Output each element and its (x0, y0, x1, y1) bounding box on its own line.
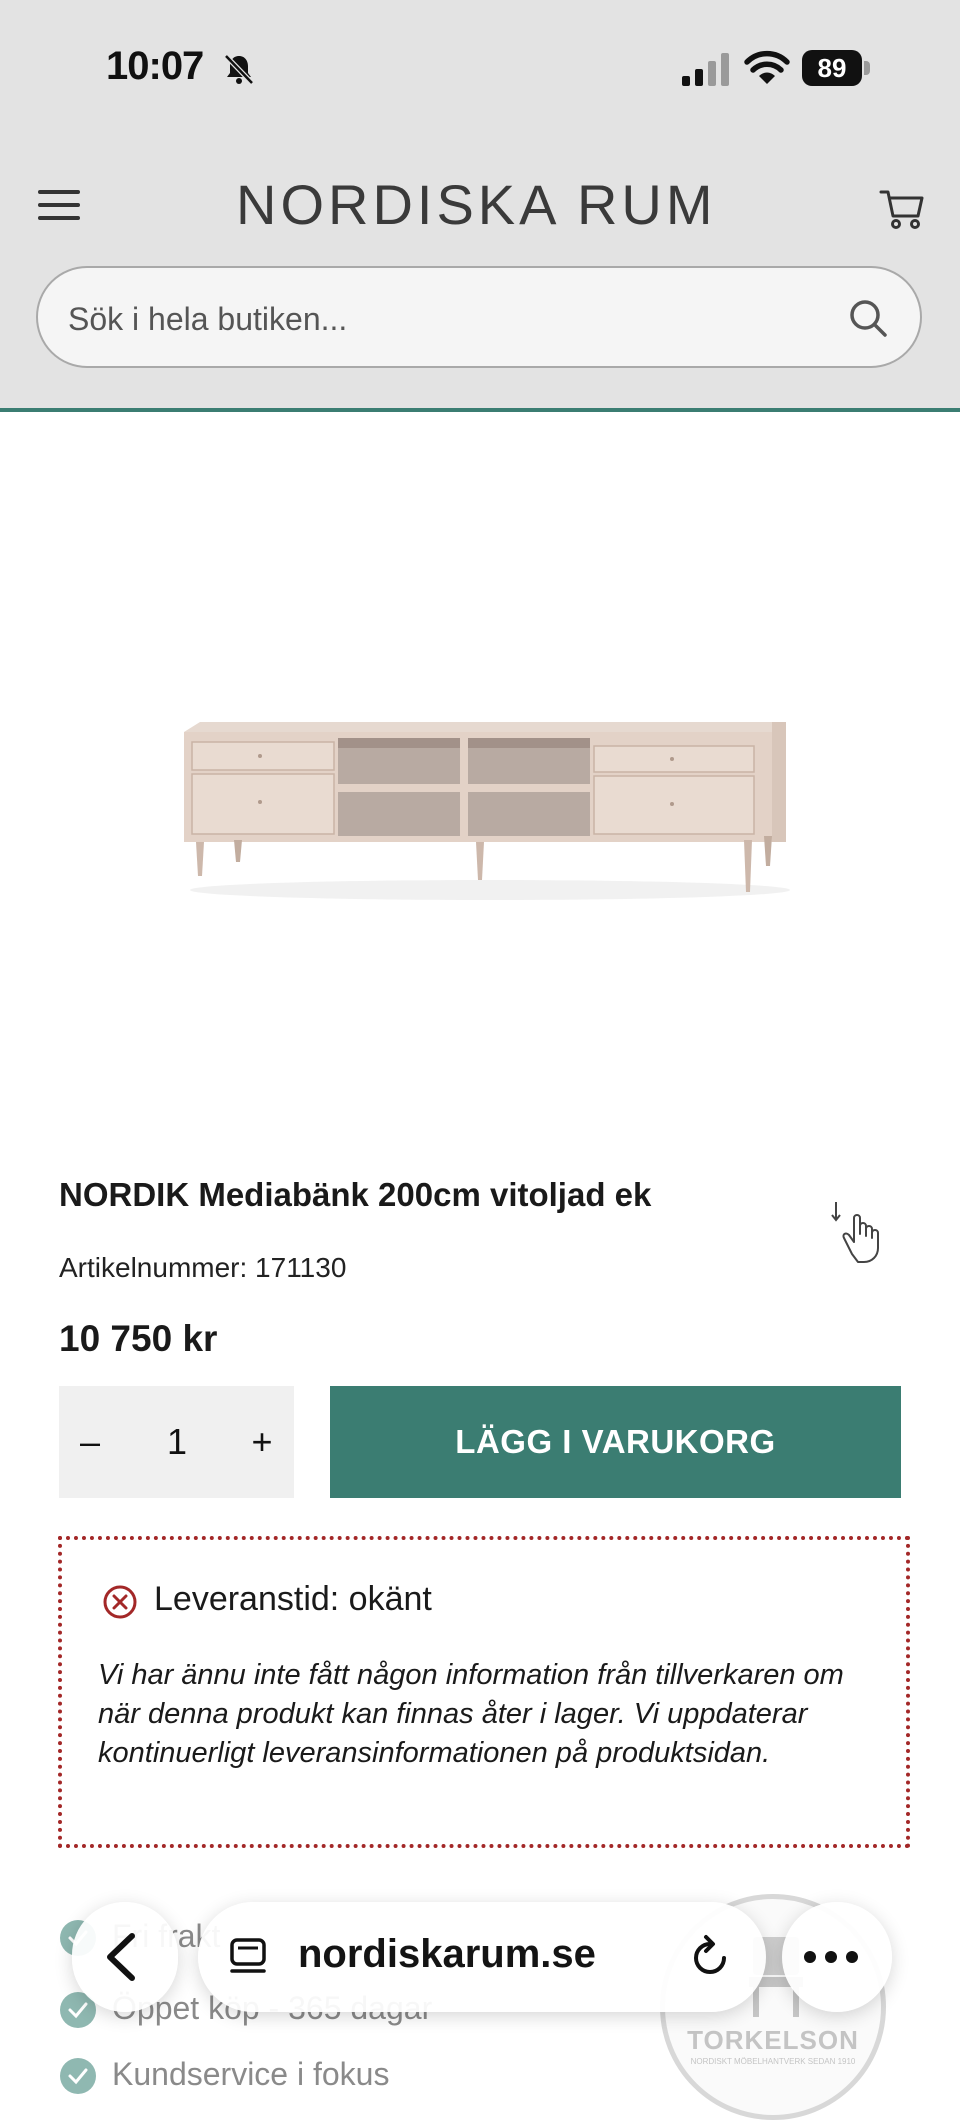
close-circle-icon (103, 1585, 137, 1619)
product-price: 10 750 kr (59, 1318, 218, 1359)
hamburger-icon[interactable] (38, 190, 80, 224)
address-bar[interactable]: nordiskarum.se (198, 1902, 766, 2012)
usp-text: Kundservice i fokus (112, 2056, 390, 2092)
reload-icon[interactable] (686, 1932, 734, 1980)
cart-icon[interactable] (878, 184, 926, 232)
more-options-button[interactable] (782, 1902, 892, 2012)
battery-tip (864, 61, 870, 75)
search-input[interactable] (66, 294, 830, 344)
delivery-title: Leveranstid: okänt (154, 1580, 432, 1618)
quantity-value[interactable]: 1 (127, 1414, 227, 1470)
url-text: nordiskarum.se (298, 1932, 596, 1976)
status-bar: 10:07 89 (0, 0, 960, 140)
add-to-cart-button[interactable]: LÄGG I VARUKORG (330, 1386, 901, 1498)
signal-icon (682, 53, 729, 86)
hand-pointer-icon (831, 1202, 879, 1263)
usp-item: Kundservice i fokus (60, 2054, 660, 2100)
chevron-left-icon (107, 1933, 135, 1981)
battery-level: 89 (802, 50, 862, 86)
product-title: NORDIK Mediabänk 200cm vitoljad ek (59, 1176, 652, 1213)
quantity-stepper: – 1 + (59, 1386, 294, 1498)
media-bench-image (184, 722, 790, 900)
sku-value: 171130 (255, 1252, 347, 1283)
sku-label: Artikelnummer: (59, 1252, 248, 1283)
torkelson-name: TORKELSON (687, 2025, 859, 2055)
delivery-text: Vi har ännu inte fått någon information … (98, 1659, 844, 1769)
check-circle-icon (60, 2058, 96, 2094)
quantity-decrease-button[interactable]: – (65, 1414, 115, 1470)
browser-toolbar: nordiskarum.se (72, 1902, 892, 2012)
logo-text: NORDISKA RUM (236, 173, 717, 236)
wifi-icon (744, 50, 790, 84)
delivery-info-box: Leveranstid: okänt Vi har ännu inte fått… (58, 1536, 910, 1848)
logo[interactable]: NORDISKA RUM (236, 172, 726, 242)
torkelson-tagline: NORDISKT MÖBELHANTVERK SEDAN 1910 (690, 2057, 856, 2066)
sku: Artikelnummer: 171130 (59, 1252, 346, 1284)
quantity-increase-button[interactable]: + (237, 1414, 287, 1470)
battery-icon: 89 (802, 50, 872, 86)
search-icon[interactable] (846, 296, 890, 340)
search-bar (36, 266, 922, 368)
bell-slash-icon (224, 54, 254, 85)
status-time: 10:07 (106, 44, 204, 88)
site-header: NORDISKA RUM (0, 150, 960, 260)
back-button[interactable] (72, 1902, 178, 2012)
top-area: 10:07 89 NORDISKA RUM (0, 0, 960, 412)
more-dots-icon (804, 1950, 870, 1964)
tabs-icon[interactable] (226, 1934, 270, 1978)
